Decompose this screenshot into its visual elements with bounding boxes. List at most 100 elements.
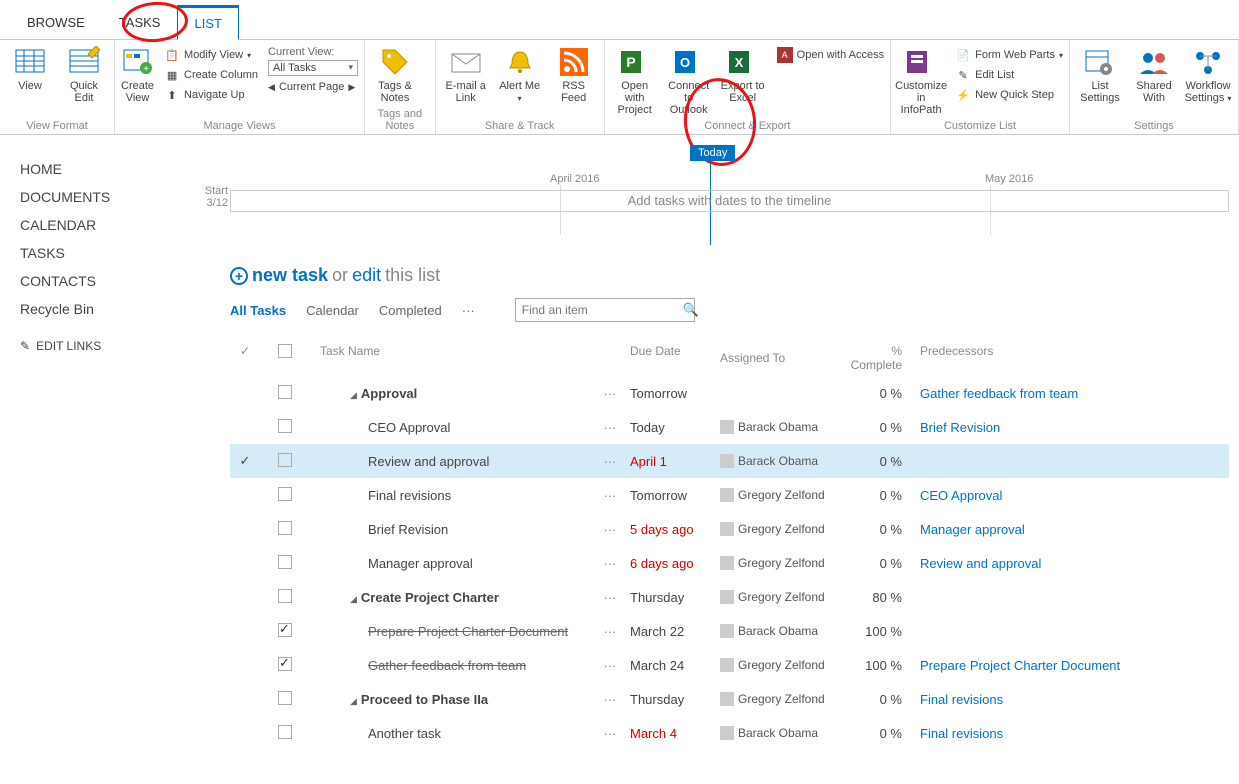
edit-list-button[interactable]: ✎Edit List — [955, 66, 1063, 84]
header-task-name[interactable]: Task Name — [310, 344, 590, 372]
sidebar-item-tasks[interactable]: TASKS — [20, 239, 190, 267]
row-checkbox[interactable] — [278, 589, 292, 603]
sidebar-item-calendar[interactable]: CALENDAR — [20, 211, 190, 239]
plus-icon[interactable]: + — [230, 267, 248, 285]
header-assigned-to[interactable]: Assigned To — [720, 344, 840, 372]
expand-icon[interactable]: ◢ — [350, 390, 357, 400]
table-row[interactable]: Final revisions···TomorrowGregory Zelfon… — [230, 478, 1229, 512]
quick-edit-button[interactable]: Quick Edit — [60, 46, 108, 104]
table-row[interactable]: ✓Review and approval···April 1Barack Oba… — [230, 444, 1229, 478]
search-input[interactable] — [516, 301, 683, 319]
sidebar-item-recycle-bin[interactable]: Recycle Bin — [20, 295, 190, 323]
predecessor-link[interactable]: Review and approval — [920, 556, 1229, 571]
view-all-tasks[interactable]: All Tasks — [230, 303, 286, 318]
create-view-button[interactable]: + Create View — [121, 46, 154, 104]
row-menu-button[interactable]: ··· — [590, 692, 630, 707]
table-row[interactable]: Gather feedback from team···March 24Greg… — [230, 648, 1229, 682]
view-completed[interactable]: Completed — [379, 303, 442, 318]
task-name[interactable]: CEO Approval — [368, 420, 450, 435]
row-checkbox[interactable] — [278, 623, 292, 637]
task-name[interactable]: Review and approval — [368, 454, 489, 469]
predecessor-link[interactable]: Final revisions — [920, 692, 1229, 707]
search-icon[interactable]: 🔍 — [683, 302, 699, 318]
open-project-button[interactable]: P Open with Project — [611, 46, 659, 116]
new-task-link[interactable]: new task — [252, 265, 328, 286]
task-name[interactable]: Create Project Charter — [361, 590, 499, 605]
current-view-dropdown[interactable]: All Tasks — [268, 60, 358, 76]
open-access-button[interactable]: AOpen with Access — [777, 46, 884, 64]
rss-feed-button[interactable]: RSS Feed — [550, 46, 598, 104]
view-more[interactable]: ··· — [462, 303, 475, 318]
row-menu-button[interactable]: ··· — [590, 488, 630, 503]
table-row[interactable]: Manager approval···6 days agoGregory Zel… — [230, 546, 1229, 580]
task-name[interactable]: Proceed to Phase IIa — [361, 692, 488, 707]
create-column-button[interactable]: ▦Create Column — [164, 66, 258, 84]
header-select-all[interactable] — [260, 344, 310, 372]
sidebar-item-home[interactable]: HOME — [20, 155, 190, 183]
row-checkbox[interactable] — [278, 521, 292, 535]
predecessor-link[interactable]: CEO Approval — [920, 488, 1229, 503]
customize-infopath-button[interactable]: Customize in InfoPath — [897, 46, 945, 116]
edit-list-link[interactable]: edit — [352, 265, 381, 286]
row-checkbox[interactable] — [278, 487, 292, 501]
current-page-button[interactable]: ◀Current Page▶ — [268, 78, 358, 96]
list-settings-button[interactable]: List Settings — [1076, 46, 1124, 104]
predecessor-link[interactable]: Manager approval — [920, 522, 1229, 537]
header-pct-complete[interactable]: % Complete — [840, 344, 920, 372]
connect-outlook-button[interactable]: O Connect to Outlook — [665, 46, 713, 116]
row-checkbox[interactable] — [278, 385, 292, 399]
row-checkbox[interactable] — [278, 657, 292, 671]
workflow-settings-button[interactable]: Workflow Settings ▾ — [1184, 46, 1232, 105]
view-button[interactable]: View — [6, 46, 54, 92]
header-due-date[interactable]: Due Date — [630, 344, 720, 372]
table-row[interactable]: CEO Approval···TodayBarack Obama0 %Brief… — [230, 410, 1229, 444]
email-link-button[interactable]: E-mail a Link — [442, 46, 490, 104]
row-checkbox[interactable] — [278, 555, 292, 569]
row-checkbox[interactable] — [278, 725, 292, 739]
row-checkbox[interactable] — [278, 419, 292, 433]
expand-icon[interactable]: ◢ — [350, 696, 357, 706]
tab-browse[interactable]: BROWSE — [10, 6, 102, 39]
row-menu-button[interactable]: ··· — [590, 454, 630, 469]
row-menu-button[interactable]: ··· — [590, 556, 630, 571]
row-menu-button[interactable]: ··· — [590, 386, 630, 401]
alert-me-button[interactable]: Alert Me ▾ — [496, 46, 544, 105]
task-name[interactable]: Approval — [361, 386, 417, 401]
table-row[interactable]: ◢Approval···Tomorrow0 %Gather feedback f… — [230, 376, 1229, 410]
table-row[interactable]: Brief Revision···5 days agoGregory Zelfo… — [230, 512, 1229, 546]
table-row[interactable]: ◢Proceed to Phase IIa···ThursdayGregory … — [230, 682, 1229, 716]
form-web-parts-button[interactable]: 📄Form Web Parts ▾ — [955, 46, 1063, 64]
edit-links-button[interactable]: ✎ EDIT LINKS — [20, 339, 190, 353]
predecessor-link[interactable]: Prepare Project Charter Document — [920, 658, 1229, 673]
view-calendar[interactable]: Calendar — [306, 303, 359, 318]
task-name[interactable]: Another task — [368, 726, 441, 741]
tags-notes-button[interactable]: Tags & Notes — [371, 46, 419, 104]
tab-tasks[interactable]: TASKS — [102, 6, 178, 39]
export-excel-button[interactable]: X Export to Excel — [719, 46, 767, 104]
task-name[interactable]: Gather feedback from team — [368, 658, 526, 673]
new-quick-step-button[interactable]: ⚡New Quick Step — [955, 86, 1063, 104]
modify-view-button[interactable]: 📋Modify View ▾ — [164, 46, 258, 64]
row-menu-button[interactable]: ··· — [590, 590, 630, 605]
row-menu-button[interactable]: ··· — [590, 624, 630, 639]
task-name[interactable]: Final revisions — [368, 488, 451, 503]
table-row[interactable]: Prepare Project Charter Document···March… — [230, 614, 1229, 648]
predecessor-link[interactable]: Gather feedback from team — [920, 386, 1229, 401]
navigate-up-button[interactable]: ⬆Navigate Up — [164, 86, 258, 104]
table-row[interactable]: ◢Create Project Charter···ThursdayGregor… — [230, 580, 1229, 614]
shared-with-button[interactable]: Shared With — [1130, 46, 1178, 104]
header-predecessors[interactable]: Predecessors — [920, 344, 1229, 372]
row-menu-button[interactable]: ··· — [590, 522, 630, 537]
task-name[interactable]: Brief Revision — [368, 522, 448, 537]
sidebar-item-documents[interactable]: DOCUMENTS — [20, 183, 190, 211]
row-menu-button[interactable]: ··· — [590, 420, 630, 435]
row-menu-button[interactable]: ··· — [590, 658, 630, 673]
tab-list[interactable]: LIST — [177, 5, 238, 40]
sidebar-item-contacts[interactable]: CONTACTS — [20, 267, 190, 295]
predecessor-link[interactable]: Brief Revision — [920, 420, 1229, 435]
task-name[interactable]: Prepare Project Charter Document — [368, 624, 568, 639]
task-name[interactable]: Manager approval — [368, 556, 473, 571]
predecessor-link[interactable]: Final revisions — [920, 726, 1229, 741]
row-menu-button[interactable]: ··· — [590, 726, 630, 741]
row-checkbox[interactable] — [278, 691, 292, 705]
